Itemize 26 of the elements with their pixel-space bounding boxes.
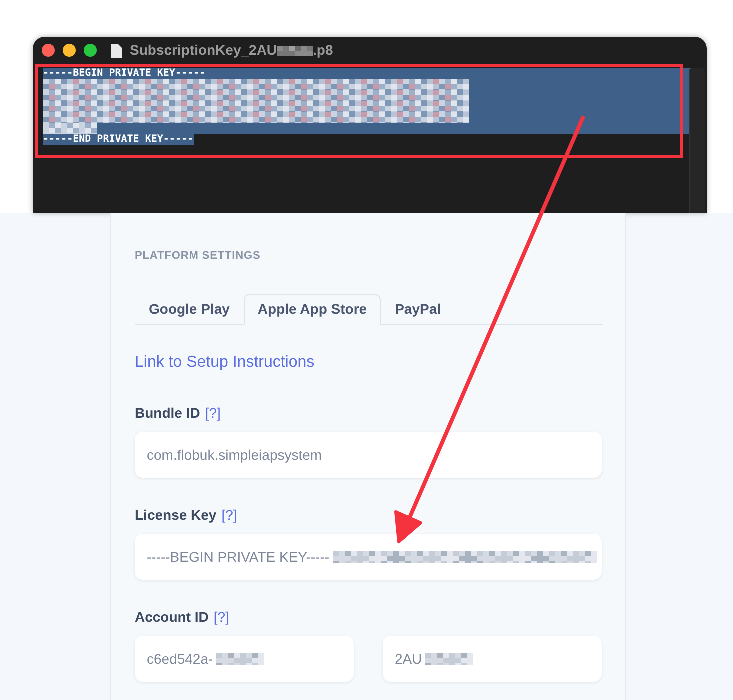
input-field[interactable]: -----BEGIN PRIVATE KEY----- [135, 534, 602, 580]
help-link[interactable]: [?] [205, 403, 221, 424]
input-field[interactable]: 2AU [383, 636, 602, 682]
field-value: 2AU [395, 650, 422, 668]
field-value: -----BEGIN PRIVATE KEY----- [147, 548, 330, 566]
help-link[interactable]: [?] [214, 607, 230, 628]
input-field[interactable]: com.flobuk.simpleiapsystem [135, 432, 602, 478]
window-title-extension: .p8 [313, 41, 334, 60]
zoom-button[interactable] [84, 44, 97, 57]
minimize-button[interactable] [63, 44, 76, 57]
window-title: SubscriptionKey_2AU [130, 41, 278, 60]
close-button[interactable] [42, 44, 55, 57]
tab[interactable]: Google Play [135, 294, 244, 325]
field-value: com.flobuk.simpleiapsystem [147, 446, 322, 465]
setup-instructions-link[interactable]: Link to Setup Instructions [135, 351, 315, 375]
scrollbar[interactable] [689, 68, 705, 213]
tab[interactable]: Apple App Store [244, 294, 382, 325]
input-field[interactable]: c6ed542a- [135, 636, 354, 682]
section-heading: PLATFORM SETTINGS [135, 249, 262, 263]
field-label: Bundle ID [135, 404, 200, 423]
field-label: License Key [135, 506, 217, 525]
document-icon [111, 44, 122, 58]
field-label: Account ID [135, 608, 209, 627]
tab[interactable]: PayPal [381, 294, 456, 325]
field-value: c6ed542a- [147, 650, 214, 668]
help-link[interactable]: [?] [222, 505, 238, 526]
